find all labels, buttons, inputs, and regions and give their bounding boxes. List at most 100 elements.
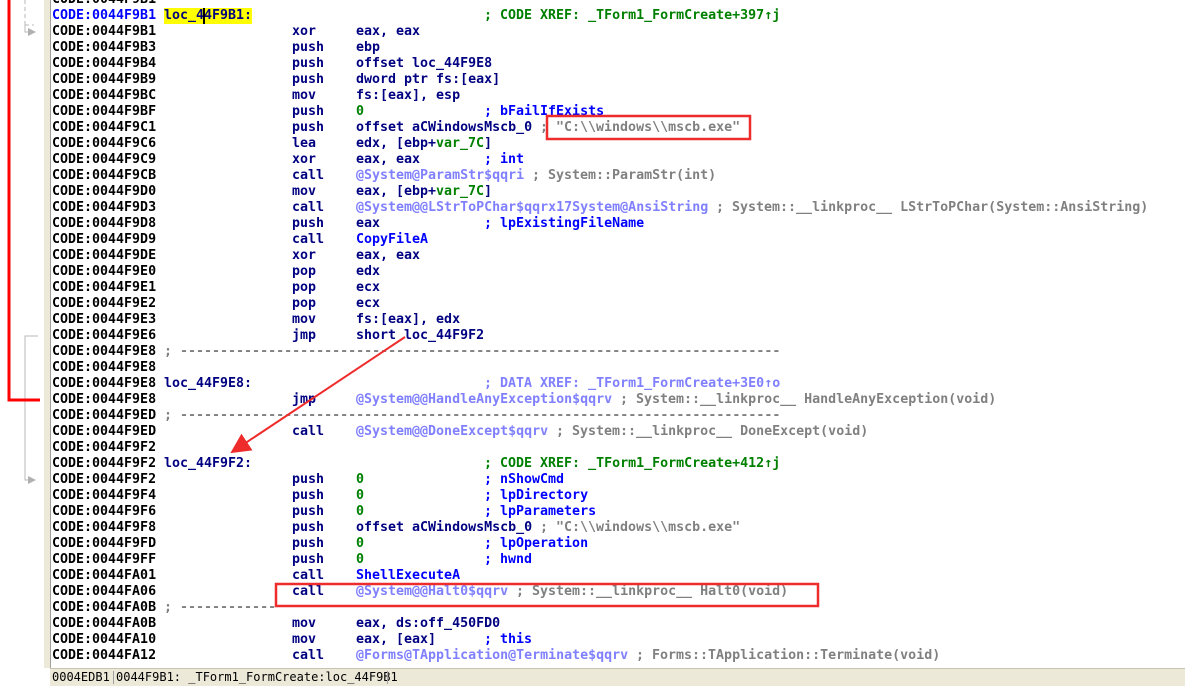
comment[interactable]: ; "C:\\windows\\mscb.exe"	[540, 520, 740, 536]
operand[interactable]: @System@@Halt0$qqrv	[356, 584, 508, 600]
address[interactable]: CODE:0044F9B1	[52, 0, 156, 8]
code-line[interactable]: CODE:0044F9C9 xor eax, eax ; int	[52, 152, 1185, 168]
operand[interactable]: edx, [ebp+	[356, 136, 436, 152]
label-name[interactable]: loc_44F9B1:	[164, 8, 253, 24]
code-line[interactable]: CODE:0044F9D0 mov eax, [ebp+ var_7C]	[52, 184, 1185, 200]
code-line[interactable]: CODE:0044F9B4 push offset loc_44F9E8	[52, 56, 1185, 72]
code-line[interactable]: CODE:0044F9B1 xor eax, eax	[52, 24, 1185, 40]
code-line[interactable]: CODE:0044F9E1 pop ecx	[52, 280, 1185, 296]
mnemonic[interactable]: call	[292, 424, 324, 440]
operand[interactable]: ShellExecuteA	[356, 568, 460, 584]
code-line[interactable]: CODE:0044F9F2 push 0 ; nShowCmd	[52, 472, 1185, 488]
operand[interactable]: eax	[356, 216, 380, 232]
code-line[interactable]: CODE:0044F9F4 push 0 ; lpDirectory	[52, 488, 1185, 504]
mnemonic[interactable]: call	[292, 232, 324, 248]
address[interactable]: CODE:0044F9B3	[52, 40, 156, 56]
mnemonic[interactable]: mov	[292, 616, 316, 632]
address[interactable]: CODE:0044F9F2	[52, 456, 156, 472]
address[interactable]: CODE:0044F9E3	[52, 312, 156, 328]
mnemonic[interactable]: xor	[292, 248, 316, 264]
code-line[interactable]: CODE:0044F9D8 push eax ; lpExistingFileName	[52, 216, 1185, 232]
code-line[interactable]: CODE:0044F9DE xor eax, eax	[52, 248, 1185, 264]
comment[interactable]: ; System::__linkproc__ DoneExcept(void)	[556, 424, 868, 440]
code-line[interactable]: CODE:0044FA06 call @System@@Halt0$qqrv ; Sy…	[52, 584, 1185, 600]
comment[interactable]: ; this	[484, 632, 532, 648]
label-name[interactable]: loc_44F9F2:	[164, 456, 252, 472]
address[interactable]: CODE:0044F9E2	[52, 296, 156, 312]
code-line[interactable]: CODE:0044F9CB call @System@ParamStr$qqri ; …	[52, 168, 1185, 184]
mnemonic[interactable]: call	[292, 584, 324, 600]
address[interactable]: CODE:0044F9E0	[52, 264, 156, 280]
address[interactable]: CODE:0044F9F2	[52, 440, 156, 456]
operand[interactable]: 0	[356, 104, 364, 120]
operand[interactable]: var_7C	[436, 184, 484, 200]
operand[interactable]: 0	[356, 472, 364, 488]
operand[interactable]: ecx	[356, 280, 380, 296]
operand[interactable]: var_7C	[436, 136, 484, 152]
address[interactable]: CODE:0044F9C6	[52, 136, 156, 152]
mnemonic[interactable]: call	[292, 200, 324, 216]
comment[interactable]: ; Forms::TApplication::Terminate(void)	[636, 648, 940, 664]
address[interactable]: CODE:0044F9B1	[52, 24, 156, 40]
address[interactable]: CODE:0044F9B4	[52, 56, 156, 72]
address[interactable]: CODE:0044FA06	[52, 584, 156, 600]
comment[interactable]: ; System::__linkproc__ HandleAnyExceptio…	[620, 392, 996, 408]
address[interactable]: CODE:0044F9BC	[52, 88, 156, 104]
mnemonic[interactable]: push	[292, 216, 324, 232]
comment[interactable]: ; CODE XREF: _TForm1_FormCreate+412↑j	[484, 456, 780, 472]
code-line[interactable]: CODE:0044F9BF push 0 ; bFailIfExists	[52, 104, 1185, 120]
address[interactable]: CODE:0044F9E6	[52, 328, 156, 344]
operand[interactable]: 0	[356, 536, 364, 552]
operand[interactable]: @System@ParamStr$qqri	[356, 168, 524, 184]
address[interactable]: CODE:0044F9C1	[52, 120, 156, 136]
address[interactable]: CODE:0044F9C9	[52, 152, 156, 168]
mnemonic[interactable]: lea	[292, 136, 316, 152]
operand[interactable]: @System@@HandleAnyException$qqrv	[356, 392, 612, 408]
operand[interactable]: 0	[356, 552, 364, 568]
operand[interactable]: ]	[484, 136, 492, 152]
address[interactable]: CODE:0044F9FF	[52, 552, 156, 568]
separator-row[interactable]: CODE:0044FA0B ; ------------	[52, 600, 1185, 616]
address[interactable]: CODE:0044F9E8	[52, 344, 156, 360]
mnemonic[interactable]: call	[292, 568, 324, 584]
mnemonic[interactable]: push	[292, 520, 324, 536]
comment[interactable]: ; "C:\\windows\\mscb.exe"	[540, 120, 740, 136]
operand[interactable]: eax, [eax]	[356, 632, 436, 648]
address[interactable]: CODE:0044F9F8	[52, 520, 156, 536]
operand[interactable]: @System@@DoneExcept$qqrv	[356, 424, 548, 440]
mnemonic[interactable]: push	[292, 504, 324, 520]
address[interactable]: CODE:0044FA0B	[52, 600, 156, 616]
operand[interactable]: offset loc_44F9E8	[356, 56, 492, 72]
address[interactable]: CODE:0044F9D3	[52, 200, 156, 216]
label-row[interactable]: CODE:0044F9F2 loc_44F9F2: ; CODE XREF: _TF…	[52, 456, 1185, 472]
operand[interactable]: ]	[484, 184, 492, 200]
operand[interactable]: dword ptr fs:[eax]	[356, 72, 500, 88]
code-line[interactable]: CODE:0044F9E6 jmp short loc_44F9F2	[52, 328, 1185, 344]
address[interactable]: CODE:0044F9D9	[52, 232, 156, 248]
address[interactable]: CODE:0044F9FD	[52, 536, 156, 552]
comment[interactable]: ; CODE XREF: _TForm1_FormCreate+397↑j	[484, 8, 780, 24]
operand[interactable]: offset aCWindowsMscb_0	[356, 520, 532, 536]
comment[interactable]: ; System::ParamStr(int)	[532, 168, 716, 184]
code-line[interactable]: CODE:0044F9B9 push dword ptr fs:[eax]	[52, 72, 1185, 88]
code-line[interactable]: CODE:0044F9B3 push ebp	[52, 40, 1185, 56]
operand[interactable]: eax, eax	[356, 248, 420, 264]
address[interactable]: CODE:0044F9D0	[52, 184, 156, 200]
label-row[interactable]: CODE:0044F9B1 loc_44F9B1: ; CODE XREF: _TF…	[52, 8, 1185, 24]
mnemonic[interactable]: mov	[292, 88, 316, 104]
operand[interactable]: ebp	[356, 40, 380, 56]
comment[interactable]: ; System::__linkproc__ Halt0(void)	[516, 584, 788, 600]
address[interactable]: CODE:0044F9E8	[52, 392, 156, 408]
code-line[interactable]: CODE:0044FA01 call ShellExecuteA	[52, 568, 1185, 584]
operand[interactable]: short loc_44F9F2	[356, 328, 484, 344]
address[interactable]: CODE:0044F9ED	[52, 424, 156, 440]
mnemonic[interactable]: pop	[292, 296, 316, 312]
address[interactable]: CODE:0044FA01	[52, 568, 156, 584]
comment[interactable]: ; DATA XREF: _TForm1_FormCreate+3E0↑o	[484, 376, 780, 392]
code-line[interactable]: CODE:0044F9ED call @System@@DoneExcept$qqr…	[52, 424, 1185, 440]
code-line[interactable]: CODE:0044F9E8	[52, 360, 1185, 376]
operand[interactable]: eax, eax	[356, 152, 420, 168]
address[interactable]: CODE:0044F9B1	[52, 8, 156, 24]
address[interactable]: CODE:0044F9CB	[52, 168, 156, 184]
mnemonic[interactable]: push	[292, 56, 324, 72]
